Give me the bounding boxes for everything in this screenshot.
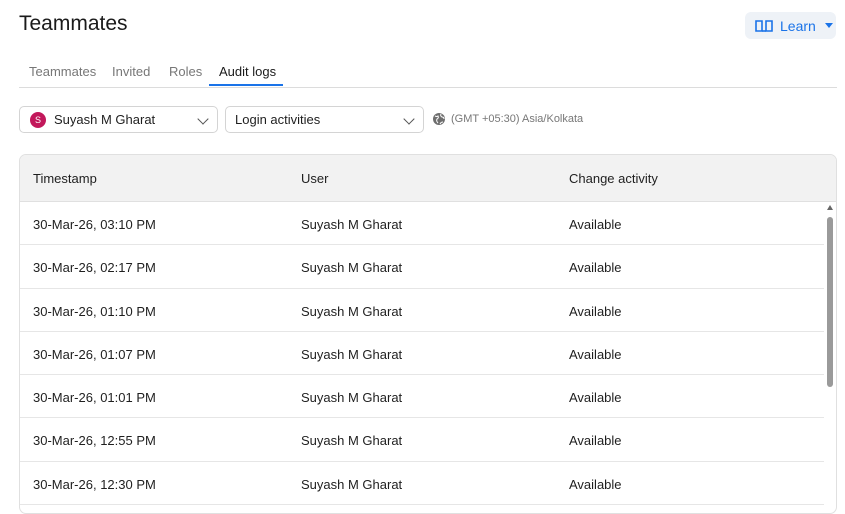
column-header-user: User [301,171,329,186]
scrollbar-thumb[interactable] [827,217,833,387]
cell-change-activity: Available [569,346,622,362]
timezone-text: (GMT +05:30) Asia/Kolkata [451,113,584,125]
cell-user: Suyash M Gharat [301,390,403,406]
learn-label: Learn [780,17,816,34]
cell-timestamp: 30-Mar-26, 02:17 PM [33,260,156,276]
table-row[interactable]: 30-Mar-26, 03:10 PM Suyash M Gharat Avai… [20,202,824,246]
activity-filter-select[interactable]: Login activities [225,106,424,133]
cell-timestamp: 30-Mar-26, 12:30 PM [33,476,156,492]
cell-user: Suyash M Gharat [301,346,403,362]
cell-change-activity: Available [569,303,622,319]
cell-change-activity: Available [569,476,622,492]
cell-timestamp: 30-Mar-26, 01:01 PM [33,390,156,406]
timezone-label: (GMT +05:30) Asia/Kolkata [432,112,583,126]
cell-change-activity: Available [569,217,622,232]
cell-change-activity: Available [569,433,622,449]
table-scrollbar[interactable] [826,205,834,505]
chevron-down-icon [403,113,415,125]
cell-change-activity: Available [569,390,622,406]
user-filter-value: Suyash M Gharat [54,112,156,127]
cell-user: Suyash M Gharat [301,476,403,492]
chevron-down-icon [824,23,833,28]
chevron-down-icon [197,113,209,125]
active-tab-indicator [209,84,283,86]
scroll-up-arrow-icon[interactable] [827,205,833,210]
book-icon [755,19,773,32]
cell-user: Suyash M Gharat [301,260,403,276]
table-header: Timestamp User Change activity [20,155,836,202]
tab-audit-logs[interactable]: Audit logs [219,64,276,79]
cell-user: Suyash M Gharat [301,433,403,449]
column-header-change-activity: Change activity [569,171,658,186]
cell-timestamp: 30-Mar-26, 12:55 PM [33,433,156,449]
tab-roles[interactable]: Roles [169,64,202,79]
tab-bar: Teammates Invited Roles Audit logs [19,57,837,88]
tab-teammates[interactable]: Teammates [29,64,96,79]
activity-filter-value: Login activities [235,112,321,127]
table-row[interactable]: 30-Mar-26, 01:01 PM Suyash M Gharat Avai… [20,375,824,419]
tab-invited[interactable]: Invited [112,64,150,79]
audit-log-table: Timestamp User Change activity 30-Mar-26… [19,154,837,514]
page-title: Teammates [19,12,128,35]
cell-user: Suyash M Gharat [301,217,403,232]
cell-change-activity: Available [569,260,622,276]
avatar: S [30,111,46,128]
user-filter-select[interactable]: S Suyash M Gharat [19,106,218,133]
table-row[interactable]: 30-Mar-26, 12:55 PM Suyash M Gharat Avai… [20,418,824,462]
column-header-timestamp: Timestamp [33,171,97,186]
table-row[interactable]: 30-Mar-26, 01:07 PM Suyash M Gharat Avai… [20,332,824,376]
cell-timestamp: 30-Mar-26, 03:10 PM [33,217,156,232]
table-row[interactable]: 30-Mar-26, 12:30 PM Suyash M Gharat Avai… [20,462,824,506]
globe-icon [433,113,445,125]
table-row[interactable]: 30-Mar-26, 01:10 PM Suyash M Gharat Avai… [20,289,824,332]
cell-timestamp: 30-Mar-26, 01:10 PM [33,303,156,319]
cell-user: Suyash M Gharat [301,303,403,319]
learn-button[interactable]: Learn [745,12,836,39]
cell-timestamp: 30-Mar-26, 01:07 PM [33,346,156,362]
table-row[interactable]: 30-Mar-26, 02:17 PM Suyash M Gharat Avai… [20,245,824,289]
